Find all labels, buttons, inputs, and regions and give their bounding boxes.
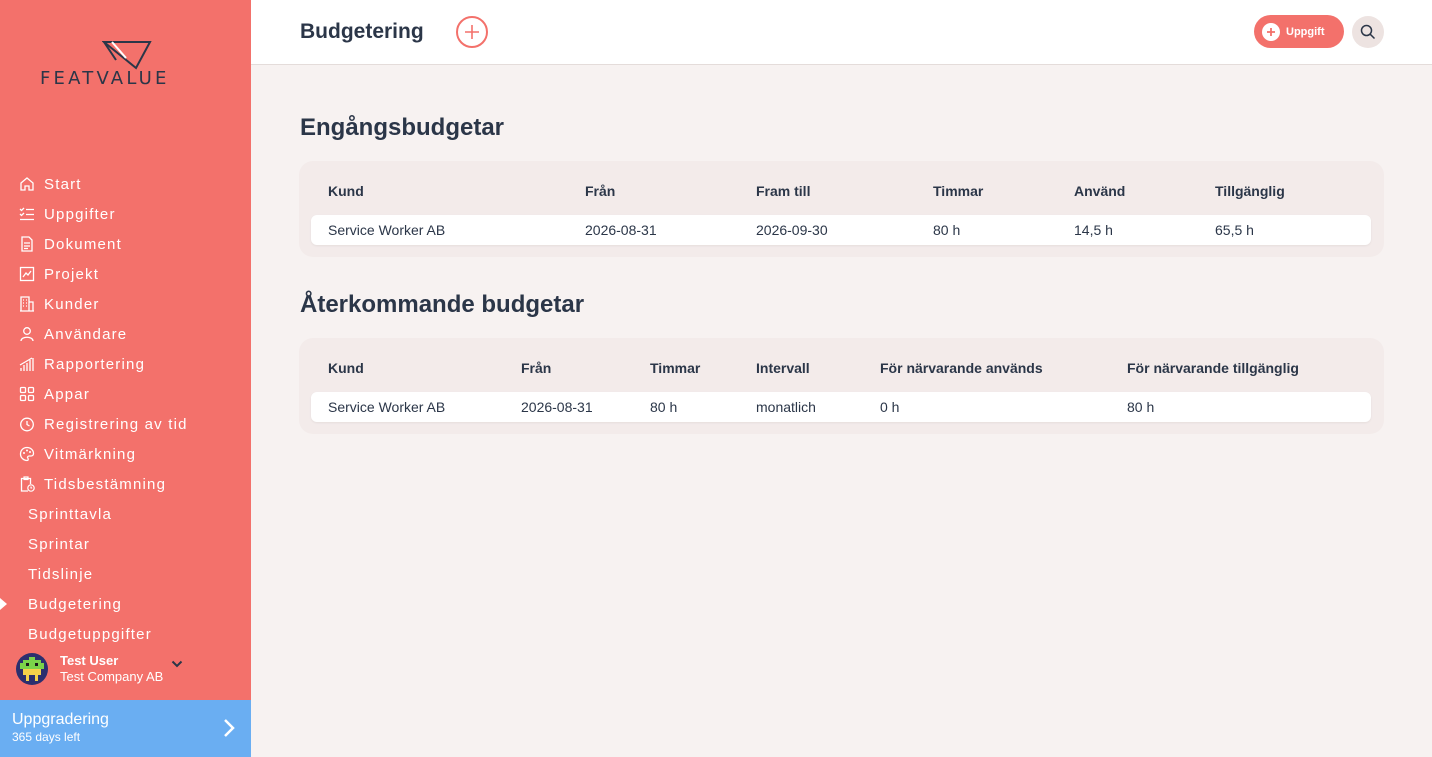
user-name: Test User bbox=[60, 653, 119, 668]
table-cell: monatlich bbox=[756, 399, 816, 415]
plus-icon bbox=[1262, 22, 1280, 41]
table-header: Kund Från Timmar Intervall För närvarand… bbox=[299, 360, 1384, 380]
top-header: Budgetering Uppgift bbox=[251, 0, 1432, 65]
user-menu[interactable]: Test User Test Company AB bbox=[16, 651, 236, 687]
sidebar-item-uppgifter[interactable]: Uppgifter bbox=[0, 199, 251, 229]
sidebar: FEATVALUE Start Uppgifter Dokument Proje… bbox=[0, 0, 251, 757]
sidebar-item-appar[interactable]: Appar bbox=[0, 379, 251, 409]
column-header: Från bbox=[585, 183, 616, 199]
table-cell: 80 h bbox=[933, 222, 961, 238]
table-cell: 14,5 h bbox=[1074, 222, 1113, 238]
column-header: För närvarande tillgänglig bbox=[1127, 360, 1299, 376]
sidebar-item-dokument[interactable]: Dokument bbox=[0, 229, 251, 259]
building-icon bbox=[18, 295, 36, 313]
sidebar-subitem-sprinttavla[interactable]: Sprinttavla bbox=[0, 499, 251, 529]
add-task-label: Uppgift bbox=[1286, 25, 1325, 38]
logo-mark-icon bbox=[102, 41, 152, 70]
sidebar-subitem-budgetuppgifter[interactable]: Budgetuppgifter bbox=[0, 619, 251, 649]
bar-chart-icon bbox=[18, 355, 36, 373]
sidebar-item-label: Användare bbox=[44, 325, 128, 343]
sidebar-item-projekt[interactable]: Projekt bbox=[0, 259, 251, 289]
column-header: Kund bbox=[328, 360, 364, 376]
sidebar-item-start[interactable]: Start bbox=[0, 169, 251, 199]
column-header: Tillgänglig bbox=[1215, 183, 1285, 199]
sidebar-subitem-sprintar[interactable]: Sprintar bbox=[0, 529, 251, 559]
chevron-down-icon[interactable] bbox=[171, 655, 183, 673]
column-header: Intervall bbox=[756, 360, 810, 376]
sidebar-item-label: Kunder bbox=[44, 295, 100, 313]
table-cell: 0 h bbox=[880, 399, 900, 415]
sidebar-item-label: Sprintar bbox=[28, 535, 91, 553]
column-header: Fram till bbox=[756, 183, 811, 199]
sidebar-subitem-tidslinje[interactable]: Tidslinje bbox=[0, 559, 251, 589]
clipboard-clock-icon bbox=[18, 475, 36, 493]
checklist-icon bbox=[18, 205, 36, 223]
recurring-budgets-title: Återkommande budgetar bbox=[300, 291, 585, 318]
table-cell: Service Worker AB bbox=[328, 399, 446, 415]
sidebar-item-label: Sprinttavla bbox=[28, 505, 113, 523]
sidebar-item-label: Dokument bbox=[44, 235, 122, 253]
sidebar-subitem-budgetering[interactable]: Budgetering bbox=[0, 589, 251, 619]
sidebar-item-rapportering[interactable]: Rapportering bbox=[0, 349, 251, 379]
apps-icon bbox=[18, 385, 36, 403]
upgrade-banner[interactable]: Uppgradering 365 days left bbox=[0, 700, 251, 757]
sidebar-item-registrering-av-tid[interactable]: Registrering av tid bbox=[0, 409, 251, 439]
logo-text: FEATVALUE bbox=[40, 68, 170, 89]
upgrade-title: Uppgradering bbox=[12, 711, 109, 728]
user-info: Test User Test Company AB bbox=[60, 653, 163, 685]
search-button[interactable] bbox=[1352, 16, 1384, 48]
sidebar-item-label: Registrering av tid bbox=[44, 415, 188, 433]
sidebar-item-label: Appar bbox=[44, 385, 91, 403]
recurring-budgets-table: Kund Från Timmar Intervall För närvarand… bbox=[299, 338, 1384, 434]
table-cell: 80 h bbox=[650, 399, 678, 415]
avatar bbox=[16, 653, 48, 685]
home-icon bbox=[18, 175, 36, 193]
sidebar-item-vitmarkning[interactable]: Vitmärkning bbox=[0, 439, 251, 469]
palette-icon bbox=[18, 445, 36, 463]
column-header: För närvarande används bbox=[880, 360, 1043, 376]
one-time-budgets-title: Engångsbudgetar bbox=[300, 114, 505, 141]
table-cell: Service Worker AB bbox=[328, 222, 446, 238]
sidebar-item-label: Projekt bbox=[44, 265, 100, 283]
table-cell: 2026-08-31 bbox=[585, 222, 657, 238]
column-header: Kund bbox=[328, 183, 364, 199]
sidebar-item-label: Uppgifter bbox=[44, 205, 116, 223]
table-row[interactable]: Service Worker AB 2026-08-31 2026-09-30 … bbox=[311, 215, 1371, 245]
sidebar-item-label: Tidslinje bbox=[28, 565, 94, 583]
chart-board-icon bbox=[18, 265, 36, 283]
table-cell: 2026-09-30 bbox=[756, 222, 828, 238]
sidebar-item-label: Budgetering bbox=[28, 595, 123, 613]
add-budget-button[interactable] bbox=[456, 16, 488, 48]
featvalue-logo[interactable]: FEATVALUE bbox=[40, 40, 215, 90]
sidebar-item-label: Start bbox=[44, 175, 82, 193]
sidebar-item-label: Budgetuppgifter bbox=[28, 625, 152, 643]
column-header: Från bbox=[521, 360, 552, 376]
sidebar-nav: Start Uppgifter Dokument Projekt Kunder … bbox=[0, 169, 251, 649]
user-company: Test Company AB bbox=[60, 669, 164, 684]
timer-icon bbox=[18, 415, 36, 433]
sidebar-item-kunder[interactable]: Kunder bbox=[0, 289, 251, 319]
sidebar-item-label: Tidsbestämning bbox=[44, 475, 167, 493]
column-header: Använd bbox=[1074, 183, 1126, 199]
chevron-right-icon bbox=[223, 718, 235, 743]
table-cell: 80 h bbox=[1127, 399, 1155, 415]
document-icon bbox=[18, 235, 36, 253]
table-cell: 65,5 h bbox=[1215, 222, 1254, 238]
sidebar-item-label: Rapportering bbox=[44, 355, 146, 373]
upgrade-days-left: 365 days left bbox=[12, 730, 81, 744]
sidebar-item-anvandare[interactable]: Användare bbox=[0, 319, 251, 349]
column-header: Timmar bbox=[650, 360, 701, 376]
sidebar-item-label: Vitmärkning bbox=[44, 445, 137, 463]
user-icon bbox=[18, 325, 36, 343]
search-icon bbox=[1360, 24, 1376, 40]
one-time-budgets-table: Kund Från Fram till Timmar Använd Tillgä… bbox=[299, 161, 1384, 257]
column-header: Timmar bbox=[933, 183, 984, 199]
page-title: Budgetering bbox=[300, 20, 424, 43]
add-task-button[interactable]: Uppgift bbox=[1254, 15, 1344, 48]
plus-icon bbox=[465, 25, 479, 39]
table-cell: 2026-08-31 bbox=[521, 399, 593, 415]
table-row[interactable]: Service Worker AB 2026-08-31 80 h monatl… bbox=[311, 392, 1371, 422]
table-header: Kund Från Fram till Timmar Använd Tillgä… bbox=[299, 183, 1384, 203]
sidebar-item-tidsbestamning[interactable]: Tidsbestämning bbox=[0, 469, 251, 499]
